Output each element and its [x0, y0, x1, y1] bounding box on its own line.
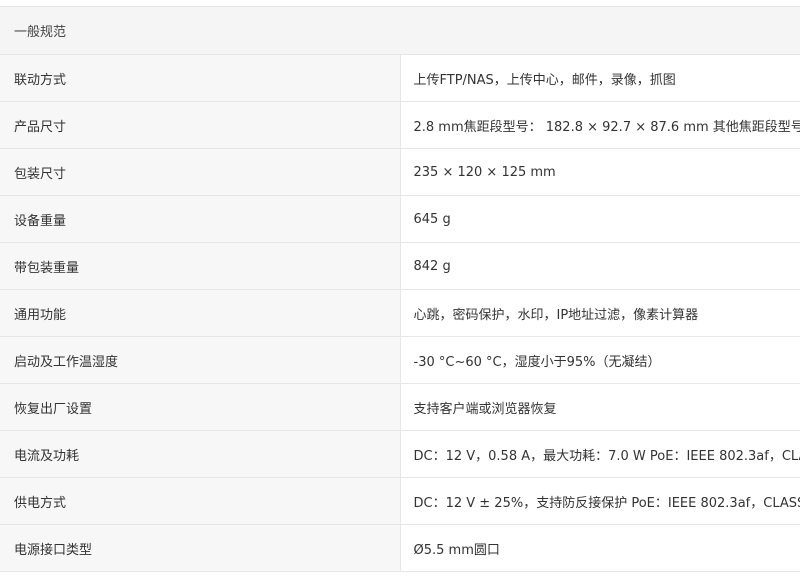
row-value-general-functions: 心跳，密码保护，水印，IP地址过滤，像素计算器	[399, 289, 800, 337]
row-label-package-weight: 带包装重量	[0, 242, 401, 290]
row-value-package-size: 235 × 120 × 125 mm	[399, 148, 800, 196]
table-row: 带包装重量 842 g	[0, 242, 800, 290]
row-value-power-interface: Ø5.5 mm圆口	[399, 524, 800, 572]
table-row: 供电方式 DC：12 V ± 25%，支持防反接保护 PoE：IEEE 802.…	[0, 477, 800, 525]
row-value-factory-reset: 支持客户端或浏览器恢复	[399, 383, 800, 431]
table-row: 产品尺寸 2.8 mm焦距段型号： 182.8 × 92.7 × 87.6 mm…	[0, 101, 800, 149]
row-value-package-weight: 842 g	[399, 242, 800, 290]
table-row: 恢复出厂设置 支持客户端或浏览器恢复	[0, 383, 800, 431]
section-header: 一般规范	[0, 6, 800, 55]
row-label-power-supply: 供电方式	[0, 477, 401, 525]
row-value-product-size: 2.8 mm焦距段型号： 182.8 × 92.7 × 87.6 mm 其他焦距…	[399, 101, 800, 149]
row-value-power-supply: DC：12 V ± 25%，支持防反接保护 PoE：IEEE 802.3af，C…	[399, 477, 800, 525]
table-row: 电流及功耗 DC：12 V，0.58 A，最大功耗：7.0 W PoE：IEEE…	[0, 430, 800, 478]
row-value-temp-humidity: -30 °C~60 °C，湿度小于95%（无凝结）	[399, 336, 800, 384]
row-label-product-size: 产品尺寸	[0, 101, 401, 149]
row-value-power-consumption: DC：12 V，0.58 A，最大功耗：7.0 W PoE：IEEE 802.3…	[399, 430, 800, 478]
row-label-linkage: 联动方式	[0, 54, 401, 102]
row-label-general-functions: 通用功能	[0, 289, 401, 337]
row-value-device-weight: 645 g	[399, 195, 800, 243]
row-label-factory-reset: 恢复出厂设置	[0, 383, 401, 431]
row-label-device-weight: 设备重量	[0, 195, 401, 243]
table-row: 设备重量 645 g	[0, 195, 800, 243]
row-value-linkage: 上传FTP/NAS，上传中心，邮件，录像，抓图	[399, 54, 800, 102]
spec-table: 一般规范 联动方式 上传FTP/NAS，上传中心，邮件，录像，抓图 产品尺寸 2…	[0, 6, 800, 572]
table-row: 包装尺寸 235 × 120 × 125 mm	[0, 148, 800, 196]
row-label-package-size: 包装尺寸	[0, 148, 401, 196]
table-row: 电源接口类型 Ø5.5 mm圆口	[0, 524, 800, 572]
section-title: 一般规范	[14, 25, 67, 40]
row-label-power-interface: 电源接口类型	[0, 524, 401, 572]
table-row: 联动方式 上传FTP/NAS，上传中心，邮件，录像，抓图	[0, 54, 800, 102]
row-label-power-consumption: 电流及功耗	[0, 430, 401, 478]
row-label-temp-humidity: 启动及工作温湿度	[0, 336, 401, 384]
section-header-cell: 一般规范	[0, 6, 800, 55]
table-row: 启动及工作温湿度 -30 °C~60 °C，湿度小于95%（无凝结）	[0, 336, 800, 384]
table-row: 通用功能 心跳，密码保护，水印，IP地址过滤，像素计算器	[0, 289, 800, 337]
